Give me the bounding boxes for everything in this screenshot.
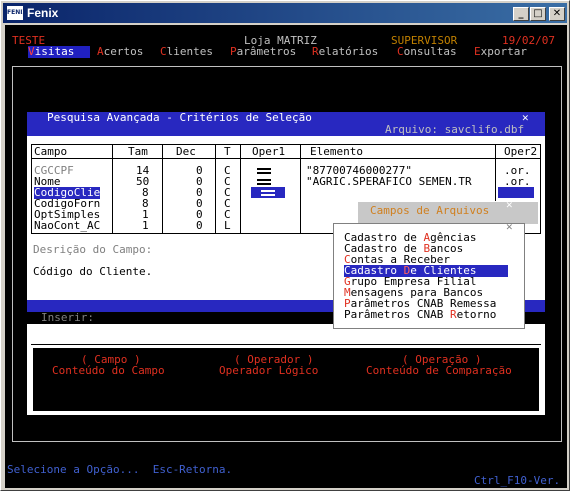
dialog-title: Pesquisa Avançada - Critérios de Seleção — [47, 111, 312, 124]
col-header-oper2: Oper2 — [504, 145, 538, 158]
oper2-selected[interactable] — [498, 187, 534, 198]
menu-label: arâmetros — [236, 45, 297, 58]
action-desc-operacao: Conteúdo de Comparação — [366, 364, 512, 377]
fenix-app-icon[interactable]: FENIX — [7, 6, 27, 20]
row-campo: NaoCont_AC — [34, 219, 101, 232]
header-divider — [32, 158, 540, 159]
menu-label: xportar — [480, 45, 527, 58]
list-close-icon[interactable]: ✕ — [506, 221, 513, 233]
row-elemento: "AGRIC.SPERAFICO SEMEN.TR — [306, 175, 472, 188]
menu-label: onsultas — [403, 45, 457, 58]
title-bar[interactable]: FENIX Fenix _ □ ✕ — [3, 3, 567, 23]
description-value: Código do Cliente. — [33, 265, 153, 278]
row-type: L — [224, 219, 231, 232]
row-tam: 1 — [142, 219, 149, 232]
minimize-button[interactable]: _ — [513, 7, 529, 21]
menu-relatorios[interactable]: Relatórios — [312, 46, 378, 58]
insert-label: Inserir: — [41, 311, 94, 324]
menu-visitas[interactable]: Visitas — [28, 46, 90, 58]
console-area: TESTE Loja MATRIZ SUPERVISOR 19/02/07 Vi… — [5, 25, 567, 488]
close-button[interactable]: ✕ — [549, 7, 565, 21]
oper1-selected[interactable] — [251, 187, 285, 198]
menu-hotkey: E — [474, 45, 481, 58]
col-header-t: T — [224, 145, 231, 158]
footer-divider — [31, 344, 541, 345]
file-list-popup: ✕ Cadastro de Agências Cadastro de Banco… — [333, 221, 525, 329]
menu-consultas[interactable]: Consultas — [397, 46, 457, 58]
menu-exportar[interactable]: Exportar — [474, 46, 527, 58]
menu-label: lientes — [166, 45, 213, 58]
status-shortcut: Ctrl_F10-Ver. — [474, 474, 561, 487]
menu-label: certos — [103, 45, 144, 58]
file-bar: Arquivo: savclifo.dbf — [27, 124, 545, 136]
menu-clientes[interactable]: Clientes — [160, 46, 213, 58]
maximize-button[interactable]: □ — [530, 7, 546, 21]
menu-hotkey: C — [160, 45, 167, 58]
popup-close-icon[interactable]: ✕ — [506, 199, 513, 211]
col-header-tam: Tam — [128, 145, 148, 158]
menu-acertos[interactable]: Acertos — [97, 46, 143, 58]
popup-title: Campos de Arquivos — [370, 204, 490, 217]
app-window: FENIX Fenix _ □ ✕ TESTE Loja MATRIZ SUPE… — [0, 0, 570, 491]
row-dec: 0 — [196, 219, 203, 232]
action-desc-operador: Operador Lógico — [219, 364, 319, 377]
list-item[interactable]: Parâmetros CNAB Retorno — [344, 309, 496, 321]
menu-hotkey: C — [397, 45, 404, 58]
description-label: Desrição do Campo: — [33, 243, 153, 256]
menu-label: elatórios — [318, 45, 379, 58]
col-header-oper1: Oper1 — [252, 145, 286, 158]
file-label: Arquivo: savclifo.dbf — [385, 123, 525, 136]
menu-label: isitas — [34, 45, 75, 58]
menu-parametros[interactable]: Parâmetros — [230, 46, 296, 58]
status-hint: Selecione a Opção... Esc-Retorna. — [7, 463, 233, 476]
col-header-campo: Campo — [34, 145, 68, 158]
col-header-dec: Dec — [176, 145, 196, 158]
menu-hotkey: R — [312, 45, 319, 58]
menu-hotkey: V — [28, 45, 35, 58]
menu-hotkey: A — [97, 45, 104, 58]
col-header-elemento: Elemento — [310, 145, 363, 158]
menu-hotkey: P — [230, 45, 237, 58]
action-desc-campo: Conteúdo do Campo — [52, 364, 165, 377]
window-title: Fenix — [27, 6, 59, 20]
